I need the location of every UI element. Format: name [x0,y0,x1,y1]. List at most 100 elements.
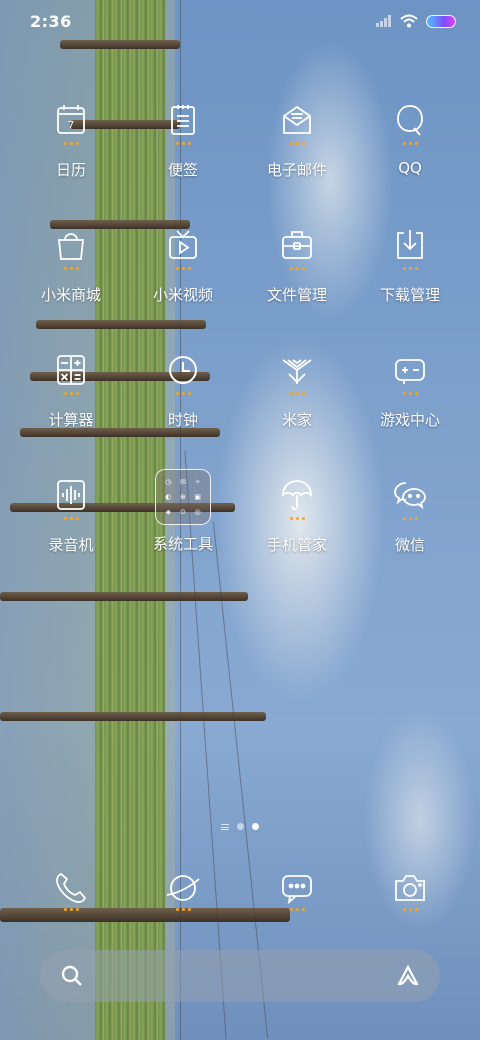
folder-system-tools[interactable]: ◷ ✉ ✧ ◐ ⊕ ▣ ◈ ⊙ ◎ 系统工具 [127,469,239,585]
app-dots [289,392,305,397]
app-download-manager[interactable]: 下载管理 [354,225,466,335]
app-recorder[interactable]: 录音机 [15,475,127,585]
wallpaper-pole [0,592,248,601]
dock-phone[interactable] [15,870,127,913]
app-label: 时钟 [167,411,198,429]
app-dots [63,142,79,147]
folder-mini-icon: ▣ [194,492,201,501]
app-dots [289,267,305,272]
briefcase-icon [277,225,317,265]
status-time: 2:36 [30,11,72,31]
app-label: 游戏中心 [379,411,440,429]
wifi-icon [400,14,418,28]
app-label: 便签 [167,161,198,179]
app-label: 计算器 [48,411,94,429]
qq-icon [390,100,430,140]
phone-icon [56,872,87,903]
app-calendar[interactable]: 7 日历 [15,100,127,210]
app-label: 文件管理 [266,286,327,304]
browser-icon [166,875,200,901]
app-label: QQ [398,159,422,177]
app-mi-video[interactable]: 小米视频 [127,225,239,335]
mi-home-icon [277,350,317,390]
app-dots [175,392,191,397]
camera-icon [395,875,425,901]
app-dots [289,142,305,147]
app-dots [402,392,418,397]
wechat-icon [390,475,430,515]
search-icon[interactable] [60,964,84,988]
app-notes[interactable]: 便签 [127,100,239,210]
folder-mini-icon: ◷ [165,478,172,487]
clock-icon [163,350,203,390]
search-bar[interactable] [40,950,440,1002]
calculator-icon [51,350,91,390]
wallpaper-pole [0,712,266,721]
dock-messages[interactable] [241,870,353,913]
folder-icon: ◷ ✉ ✧ ◐ ⊕ ▣ ◈ ⊙ ◎ [155,469,211,525]
umbrella-icon [277,475,317,515]
page-indicator-lines-icon [221,823,229,830]
calendar-day: 7 [68,120,74,131]
notes-icon [163,100,203,140]
app-clock[interactable]: 时钟 [127,350,239,460]
app-dots [402,517,418,522]
app-label: 微信 [394,536,425,554]
video-icon [163,225,203,265]
page-dot-active[interactable] [252,823,259,830]
folder-mini-icon: ⊕ [180,492,186,501]
app-label: 系统工具 [152,535,213,553]
app-dots [289,908,305,913]
status-bar: 2:36 [0,0,480,42]
page-dot[interactable] [237,823,244,830]
messages-icon [282,875,312,905]
app-wechat[interactable]: 微信 [354,475,466,585]
app-label: 录音机 [48,536,94,554]
app-label: 日历 [55,161,86,179]
battery-icon [426,14,456,28]
app-phone-manager[interactable]: 手机管家 [241,475,353,585]
app-mi-store[interactable]: 小米商城 [15,225,127,335]
status-icons [376,14,456,28]
calendar-icon: 7 [51,100,91,140]
app-dots [289,517,305,522]
folder-mini-icon: ◎ [194,507,201,516]
email-icon [277,100,317,140]
folder-mini-icon: ✧ [194,478,201,487]
app-calculator[interactable]: 计算器 [15,350,127,460]
app-dots [63,267,79,272]
app-dots [63,517,79,522]
dock-browser[interactable] [127,870,239,913]
app-game-center[interactable]: 游戏中心 [354,350,466,460]
app-dots [63,392,79,397]
folder-mini-icon: ✉ [180,478,186,487]
app-file-manager[interactable]: 文件管理 [241,225,353,335]
folder-mini-icon: ◐ [165,492,172,501]
assistant-icon[interactable] [396,964,420,988]
app-dots [175,267,191,272]
app-mi-home[interactable]: 米家 [241,350,353,460]
app-label: 小米视频 [152,286,213,304]
folder-mini-icon: ◈ [165,507,172,516]
app-label: 米家 [281,411,312,429]
signal-icon [376,15,391,27]
app-dots [402,908,418,913]
download-icon [390,225,430,265]
gamepad-icon [390,350,430,390]
app-dots [175,142,191,147]
shopping-bag-icon [51,225,91,265]
app-dots [402,142,418,147]
app-dots [402,267,418,272]
folder-mini-icon: ⊙ [180,507,186,516]
app-qq[interactable]: QQ [354,100,466,210]
dock-camera[interactable] [354,870,466,913]
app-dots [63,908,79,913]
app-label: 下载管理 [379,286,440,304]
app-dots [175,908,191,913]
app-label: 手机管家 [266,536,327,554]
app-label: 电子邮件 [266,161,327,179]
app-email[interactable]: 电子邮件 [241,100,353,210]
recorder-icon [51,475,91,515]
app-label: 小米商城 [40,286,101,304]
page-indicator[interactable] [0,823,480,830]
